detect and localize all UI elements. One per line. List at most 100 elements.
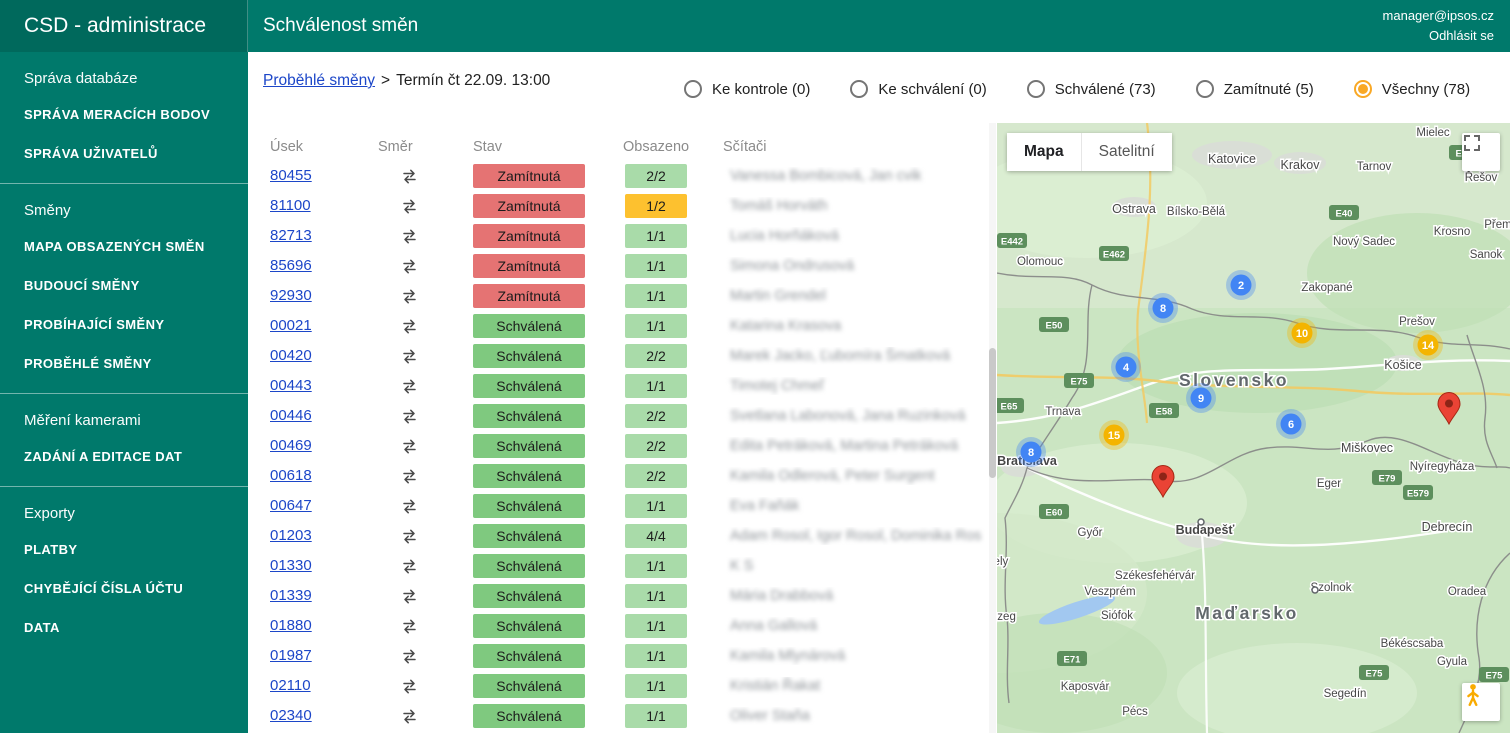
radio-icon[interactable] (1027, 80, 1045, 98)
status-badge: Zamítnutá (473, 224, 585, 248)
city-label: Gyula (1437, 656, 1468, 668)
svg-text:E75: E75 (1486, 671, 1504, 682)
sidebar-item-1-3[interactable]: PROBĚHLÉ SMĚNY (0, 344, 248, 383)
scrollbar-thumb[interactable] (989, 348, 996, 478)
occupancy-badge: 1/1 (625, 374, 687, 398)
filter-option-3[interactable]: Zamítnuté (5) (1196, 80, 1314, 98)
cluster-marker-blue[interactable]: 4 (1111, 352, 1141, 382)
usek-link[interactable]: 85696 (263, 257, 312, 274)
filter-option-2[interactable]: Schválené (73) (1027, 80, 1156, 98)
swap-direction-icon (400, 437, 419, 456)
usek-link[interactable]: 02110 (263, 677, 311, 694)
cluster-marker-blue[interactable]: 6 (1276, 409, 1306, 439)
occupancy-badge: 1/1 (625, 554, 687, 578)
filter-option-1[interactable]: Ke schválení (0) (850, 80, 986, 98)
usek-link[interactable]: 80455 (263, 167, 312, 184)
usek-link[interactable]: 00420 (263, 347, 312, 364)
city-label: Olomouc (1017, 256, 1063, 268)
svg-text:E40: E40 (1336, 209, 1353, 220)
status-badge: Schválená (473, 464, 585, 488)
cluster-marker-blue[interactable]: 9 (1186, 383, 1216, 413)
swap-direction-icon (400, 557, 419, 576)
usek-link[interactable]: 82713 (263, 227, 312, 244)
usek-link[interactable]: 02340 (263, 707, 312, 724)
city-label: Zalaegerszeg (997, 611, 1016, 623)
filter-label: Zamítnuté (5) (1224, 81, 1314, 98)
city-label: Krosno (1434, 226, 1470, 238)
counters-names: Adam Rosol, Igor Rosol, Dominika Ros (723, 528, 981, 544)
swap-direction-icon (400, 197, 419, 216)
breadcrumb-link[interactable]: Proběhlé směny (263, 72, 375, 89)
usek-link[interactable]: 92930 (263, 287, 312, 304)
sidebar-item-3-0[interactable]: PLATBY (0, 530, 248, 569)
cluster-marker-blue[interactable]: 8 (1016, 437, 1046, 467)
map-view-button[interactable]: Mapa (1007, 133, 1081, 171)
swap-direction-icon (400, 587, 419, 606)
table-row: 80455Zamítnutá2/2Vanessa Bombicová, Jan … (263, 161, 985, 191)
usek-link[interactable]: 81100 (263, 197, 311, 214)
sidebar-item-3-2[interactable]: DATA (0, 608, 248, 647)
cluster-marker-yellow[interactable]: 15 (1099, 420, 1129, 450)
usek-link[interactable]: 00021 (263, 317, 312, 334)
city-label: Katovice (1208, 152, 1256, 166)
column-header: Obsazeno (623, 139, 723, 155)
filter-label: Všechny (78) (1382, 81, 1470, 98)
city-label: Nyíregyháza (1410, 461, 1475, 473)
radio-icon[interactable] (1196, 80, 1214, 98)
city-label: Řešov (1465, 171, 1498, 184)
table-row: 00647Schválená1/1Eva Faňák (263, 491, 985, 521)
city-label: Siófok (1101, 610, 1133, 622)
occupancy-badge: 1/1 (625, 644, 687, 668)
city-label: Debrecín (1422, 520, 1473, 534)
sidebar-item-0-1[interactable]: SPRÁVA UŽIVATELŮ (0, 134, 248, 173)
route-shield: E40 (1329, 205, 1359, 220)
swap-direction-icon (400, 617, 419, 636)
status-badge: Zamítnutá (473, 284, 585, 308)
pegman-button[interactable] (1462, 683, 1500, 721)
svg-text:2: 2 (1238, 280, 1244, 292)
filter-radios: Ke kontrole (0) Ke schválení (0) Schválené… (684, 80, 1470, 98)
usek-link[interactable]: 00446 (263, 407, 312, 424)
cluster-marker-blue[interactable]: 8 (1148, 293, 1178, 323)
usek-link[interactable]: 01330 (263, 557, 312, 574)
sidebar-item-2-0[interactable]: ZADÁNÍ A EDITACE DAT (0, 437, 248, 476)
logout-link[interactable]: Odhlásit se (1383, 26, 1494, 46)
usek-link[interactable]: 01203 (263, 527, 312, 544)
usek-link[interactable]: 00647 (263, 497, 312, 514)
cluster-marker-blue[interactable]: 2 (1226, 270, 1256, 300)
sidebar-item-0-0[interactable]: SPRÁVA MERACÍCH BODOV (0, 95, 248, 134)
sidebar-item-3-1[interactable]: CHYBĚJÍCÍ ČÍSLA ÚČTU (0, 569, 248, 608)
usek-link[interactable]: 01880 (263, 617, 312, 634)
sidebar-item-1-0[interactable]: MAPA OBSAZENÝCH SMĚN (0, 227, 248, 266)
column-header: Úsek (263, 139, 378, 155)
usek-link[interactable]: 01987 (263, 647, 312, 664)
counters-names: K S (723, 558, 753, 574)
route-shield: E462 (1099, 246, 1129, 261)
map-canvas[interactable]: E77E40E442E462E50E75E65E58E79E579E60E71E… (997, 123, 1510, 733)
usek-link[interactable]: 00469 (263, 437, 312, 454)
column-header: Stav (473, 139, 623, 155)
filter-option-4[interactable]: Všechny (78) (1354, 80, 1470, 98)
counters-names: Marek Jacko, Ľubomíra Šmatková (723, 348, 950, 364)
status-badge: Schválená (473, 374, 585, 398)
radio-icon[interactable] (850, 80, 868, 98)
city-label: Miškovec (1341, 441, 1393, 455)
usek-link[interactable]: 00443 (263, 377, 312, 394)
swap-direction-icon (400, 467, 419, 486)
satellite-view-button[interactable]: Satelitní (1081, 133, 1172, 171)
status-badge: Schválená (473, 614, 585, 638)
cluster-marker-yellow[interactable]: 14 (1413, 330, 1443, 360)
usek-link[interactable]: 00618 (263, 467, 312, 484)
sidebar-item-1-2[interactable]: PROBÍHAJÍCÍ SMĚNY (0, 305, 248, 344)
city-label: Zakopané (1301, 282, 1352, 294)
usek-link[interactable]: 01339 (263, 587, 312, 604)
svg-text:E75: E75 (1366, 669, 1384, 680)
route-shield: E58 (1149, 403, 1179, 418)
filter-label: Ke kontrole (0) (712, 81, 810, 98)
cluster-marker-yellow[interactable]: 10 (1287, 318, 1317, 348)
filter-option-0[interactable]: Ke kontrole (0) (684, 80, 810, 98)
sidebar-item-1-1[interactable]: BUDOUCÍ SMĚNY (0, 266, 248, 305)
radio-icon[interactable] (684, 80, 702, 98)
fullscreen-button[interactable] (1462, 133, 1500, 171)
radio-icon[interactable] (1354, 80, 1372, 98)
